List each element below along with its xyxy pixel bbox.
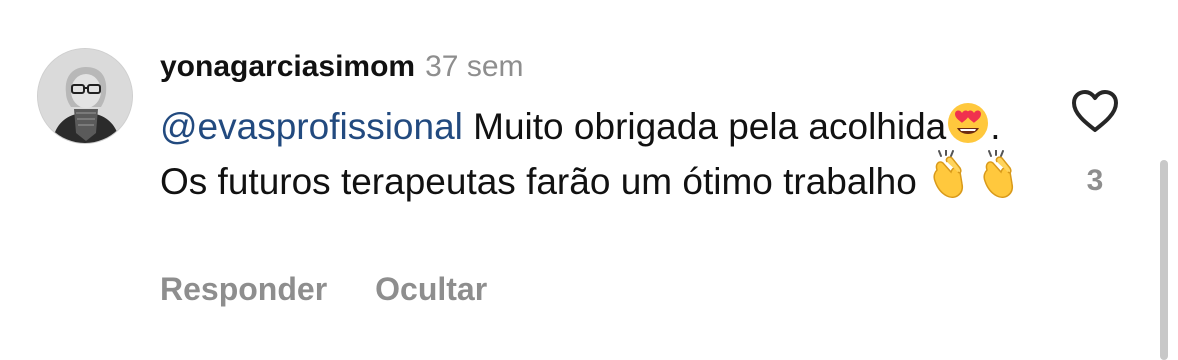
mention-link[interactable]: @evasprofissional — [160, 106, 463, 147]
avatar[interactable] — [37, 48, 133, 144]
scrollbar[interactable] — [1160, 160, 1168, 360]
comment-actions: Responder Ocultar — [160, 268, 535, 310]
heart-outline-icon[interactable] — [1070, 88, 1120, 134]
clapping-hands-emoji-2 — [977, 150, 1027, 200]
username[interactable]: yonagarciasimom — [160, 50, 415, 83]
heart-eyes-emoji — [946, 101, 990, 145]
like-count: 3 — [1086, 164, 1104, 197]
reply-button[interactable]: Responder — [160, 271, 327, 307]
comment-header: yonagarciasimom 37 sem — [160, 44, 524, 90]
comment-text-part1: Muito obrigada pela acolhida — [462, 106, 947, 147]
comment-text: @evasprofissional Muito obrigada pela ac… — [160, 101, 1040, 205]
comment-timestamp: 37 sem — [425, 50, 524, 83]
avatar-photo — [38, 49, 132, 143]
hide-button[interactable]: Ocultar — [375, 271, 487, 307]
clapping-hands-emoji — [927, 150, 977, 200]
